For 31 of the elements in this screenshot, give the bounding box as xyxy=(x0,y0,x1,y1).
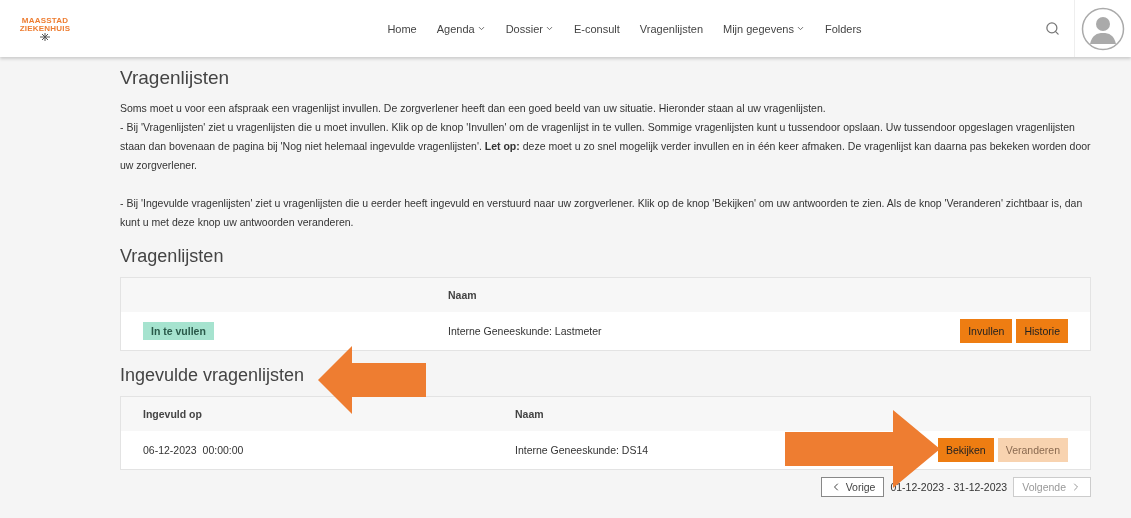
arrow-icon xyxy=(318,346,426,414)
search-icon[interactable] xyxy=(1045,21,1060,36)
intro-paragraph: - Bij 'Ingevulde vragenlijsten' ziet u vragenlijsten die u eerder heeft ingevuld en verstuurd naar uw zorgverlener. Klik op de knop 'Bekijken' om uw antwoorden te zien. Als de knop 'Veranderen' zichtbaar is, dan kunt u met deze knop uw antwoorden veranderen. xyxy=(120,196,1084,230)
nav-link[interactable]: Dossier xyxy=(505,22,554,35)
nav-link[interactable]: Agenda xyxy=(436,22,486,35)
avatar-icon[interactable] xyxy=(1081,6,1125,51)
page-title: Vragenlijsten xyxy=(120,67,231,89)
table-cell-text: 06-12-2023 00:00:00 xyxy=(143,444,245,456)
intro-paragraph: - Bij 'Vragenlijsten' ziet u vragenlijsten die u moet invullen. Klik op de knop 'Invullen' om de vragenlijst in te vullen. Sommige vragenlijsten kunt u tussendoor opslaan. Uw tussendoor opgeslagen vragenlijsten staan dan bovenaan de pagina bij 'Nog niet helemaal ingevulde vragenlijsten'. Let op: deze moet u zo snel mogelijk verder invullen en in één keer afmaken. De vragenlijst kan daarna pas bekeken worden door uw zorgverlener. xyxy=(120,120,1091,173)
status-badge: In te vullen xyxy=(143,322,214,340)
section-title: Vragenlijsten xyxy=(120,246,225,267)
action-button[interactable]: Bekijken xyxy=(938,438,994,462)
table-cell-text: Interne Geneeskunde: Lastmeter xyxy=(448,325,603,337)
date-range: 01-12-2023 - 31-12-2023 xyxy=(890,481,1008,493)
column-header: Naam xyxy=(448,289,478,301)
table-cell-text: Interne Geneeskunde: DS14 xyxy=(515,444,650,456)
nav-link[interactable]: Vragenlijsten xyxy=(639,22,703,35)
nav-link[interactable]: Folders xyxy=(824,22,862,35)
nav-link[interactable]: E-consult xyxy=(573,22,620,35)
nav-link[interactable]: Home xyxy=(387,22,417,35)
previous-button[interactable]: Vorige xyxy=(820,477,885,497)
nav-link[interactable]: Mijn gegevens xyxy=(723,22,805,35)
intro-paragraph: Soms moet u voor een afspraak een vragenlijst invullen. De zorgverlener heeft dan een goed beeld van uw situatie. Hieronder staan al uw vragenlijsten. xyxy=(120,101,827,116)
chevron-down-icon xyxy=(544,24,554,33)
chevron-down-icon xyxy=(795,24,805,33)
chevron-down-icon xyxy=(476,24,486,33)
column-header: Ingevuld op xyxy=(143,408,203,420)
section-title: Ingevulde vragenlijsten xyxy=(120,365,306,386)
action-button[interactable]: Historie xyxy=(1016,319,1068,343)
column-header: Naam xyxy=(515,408,545,420)
action-button[interactable]: Invullen xyxy=(960,319,1013,343)
